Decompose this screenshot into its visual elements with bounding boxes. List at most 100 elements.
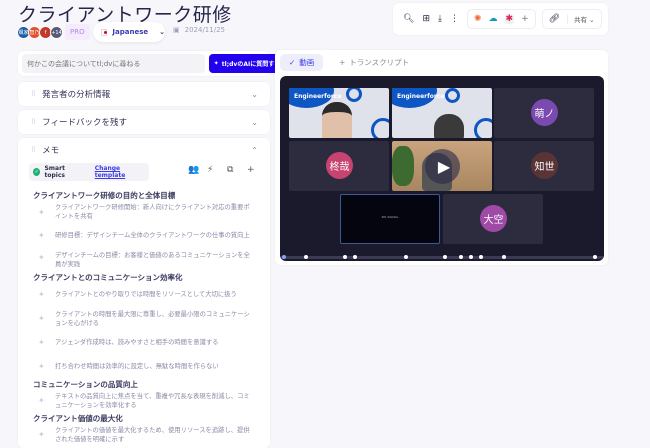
video-tile: 知世 (494, 141, 594, 191)
video-tile: 大空 (443, 194, 543, 244)
smart-topics-label: Smart topics (44, 165, 65, 179)
participant-avatars[interactable]: 颯家 智乃 f +14 (17, 26, 63, 39)
playhead[interactable] (282, 255, 286, 259)
topic-item[interactable]: 研修目標：デザインチーム全体のクライアントワークの仕事の質向上 (55, 231, 255, 240)
sparkle-icon: ✦ (38, 314, 45, 323)
more-icon[interactable]: ⋮ (450, 14, 459, 24)
sparkle-icon: ✦ (38, 338, 45, 347)
share-group: 🔗︎ 共有 ⌄ (541, 9, 602, 29)
top-toolbar: 🔍︎ ⊞ ⤓ ⋮ ✺ ☁ ✱ + 🔗︎ 共有 ⌄ (393, 3, 608, 35)
tab-label: 動画 (299, 58, 315, 67)
timeline-marker[interactable] (353, 255, 357, 259)
integrations-group: ✺ ☁ ✱ + (466, 9, 536, 29)
participant-avatar: 大空 (480, 205, 507, 232)
drag-handle-icon[interactable]: ⠿ (31, 118, 36, 126)
drag-handle-icon[interactable]: ⠿ (31, 90, 36, 98)
hubspot-icon[interactable]: ✺ (474, 14, 482, 24)
timeline-marker[interactable] (304, 255, 308, 259)
section-label: フィードバックを残す (42, 118, 127, 128)
participant-avatar: 柊哉 (326, 152, 353, 179)
change-template-link[interactable]: Change template (95, 165, 149, 179)
section-speaker-insights[interactable]: ⠿ 発言者の分析情報 ⌄ (18, 82, 270, 106)
video-tile: 萌ノ (494, 88, 594, 138)
share-label: 共有 (574, 16, 588, 24)
ask-ai-bar: ✦tl;dvのAIに質問する (18, 51, 285, 76)
video-panel: ✓ 動画 + トランスクリプト Engineerforce Engineerforc… (275, 50, 608, 265)
video-player[interactable]: Engineerforce Engineerforce 萌ノ 柊哉 ▶ 知世 N… (280, 76, 604, 261)
drag-handle-icon[interactable]: ⠿ (31, 146, 36, 154)
play-icon[interactable]: ▶ (425, 149, 460, 184)
topic-item[interactable]: クライアントワーク研修開始：新人向けにクライアント対応の重要ポイントを共有 (55, 203, 255, 221)
topic-item[interactable]: クライアントとのやり取りでは時間をリソースとして大切に扱う (55, 290, 255, 299)
participant-avatar: 知世 (531, 152, 558, 179)
ask-ai-label: tl;dvのAIに質問する (221, 61, 281, 68)
magic-wand-icon[interactable]: ⚡ (207, 165, 213, 175)
sparkle-icon: ✦ (38, 430, 45, 439)
ask-input[interactable] (22, 54, 205, 73)
timeline-marker[interactable] (459, 255, 463, 259)
language-label: Japanese (112, 28, 149, 36)
meeting-date: ▣ 2024/11/25 (173, 26, 225, 34)
section-memo-header[interactable]: ⠿ メモ ⌃ (18, 138, 270, 162)
video-tile: NO SIGNAL (340, 194, 440, 244)
topic-item[interactable]: デザインチームの目標：お客様と価値のあるコミュニケーションを全員が実践 (55, 251, 255, 269)
search-icon[interactable]: 🔍︎ (403, 14, 414, 24)
topic-item[interactable]: アジェンダ作成時は、読みやすさと相手の時間を意識する (55, 338, 255, 347)
participant-avatar: 萌ノ (531, 99, 558, 126)
video-tile: 柊哉 (289, 141, 389, 191)
date-text: 2024/11/25 (184, 26, 225, 34)
tab-video[interactable]: ✓ 動画 (280, 54, 324, 71)
topic-item[interactable]: 打ち合わせ時間は効率的に設定し、無駄な時間を作らない (55, 362, 255, 371)
topic-heading: クライアントワーク研修の目的と全体目標 (33, 191, 176, 200)
check-icon: ✓ (33, 168, 41, 176)
calendar-icon: ▣ (173, 26, 180, 34)
chevron-down-icon: ⌄ (159, 28, 165, 36)
chevron-up-icon[interactable]: ⌃ (251, 146, 258, 155)
sparkle-icon: ✦ (38, 396, 45, 405)
folder-add-icon[interactable]: ⊞ (422, 14, 430, 24)
language-select[interactable]: Japanese ⌄ (93, 22, 165, 42)
timeline-marker[interactable] (479, 255, 483, 259)
users-icon[interactable]: 👥 (188, 165, 199, 175)
chevron-down-icon[interactable]: ⌄ (251, 90, 258, 99)
add-integration-icon[interactable]: + (521, 14, 529, 24)
copy-icon[interactable]: ⧉ (227, 165, 233, 175)
timeline-marker[interactable] (469, 255, 473, 259)
section-feedback[interactable]: ⠿ フィードバックを残す ⌄ (18, 110, 270, 134)
topic-item[interactable]: テキストの品質向上に焦点を当て、重複や冗長な表現を削減し、コミュニケーションを効… (55, 392, 255, 410)
link-icon[interactable]: 🔗︎ (549, 14, 560, 24)
timeline-marker[interactable] (343, 255, 347, 259)
video-tile: Engineerforce (289, 88, 389, 138)
no-signal-text: NO SIGNAL (381, 215, 399, 219)
timeline-marker[interactable] (502, 255, 506, 259)
timeline-marker[interactable] (443, 255, 447, 259)
slide-brand: Engineerforce (294, 93, 342, 100)
memo-section: ⠿ メモ ⌃ ✓ Smart topics Change template 👥 ⚡ … (18, 138, 270, 448)
topic-heading: クライアント価値の最大化 (33, 414, 123, 423)
sparkle-icon: ✦ (38, 208, 45, 217)
topic-item[interactable]: クライアントの価値を最大化するため、使用リソースを追跡し、提供された価値を明確に… (55, 426, 255, 444)
download-icon[interactable]: ⤓ (438, 14, 442, 24)
timeline-marker[interactable] (593, 255, 597, 259)
japan-flag-icon (101, 28, 108, 36)
sparkle-icon: ✦ (38, 231, 45, 240)
sparkle-icon: ✦ (38, 290, 45, 299)
slide-brand: Engineerforce (397, 93, 445, 100)
avatar-more[interactable]: +14 (50, 26, 63, 39)
plus-icon: + (339, 58, 346, 67)
topic-heading: コミュニケーションの品質向上 (33, 380, 138, 389)
share-button[interactable]: 共有 ⌄ (567, 14, 595, 24)
timeline-marker[interactable] (404, 255, 408, 259)
smart-topics-bar: ✓ Smart topics Change template (29, 163, 149, 181)
section-label: 発言者の分析情報 (42, 90, 111, 100)
tab-transcript[interactable]: + トランスクリプト (330, 54, 418, 71)
sparkle-icon: ✦ (213, 60, 219, 67)
topic-item[interactable]: クライアントの時間を最大限に尊重し、必要最小限のコミュニケーションを心がける (55, 310, 255, 328)
slack-icon[interactable]: ✱ (504, 14, 515, 24)
add-icon[interactable]: + (247, 165, 255, 175)
section-label: メモ (42, 146, 60, 156)
chevron-down-icon[interactable]: ⌄ (251, 118, 258, 127)
video-timeline[interactable] (280, 255, 604, 259)
ask-ai-button[interactable]: ✦ tl;dvのAIに質問する (209, 54, 285, 73)
salesforce-icon[interactable]: ☁ (489, 14, 498, 24)
